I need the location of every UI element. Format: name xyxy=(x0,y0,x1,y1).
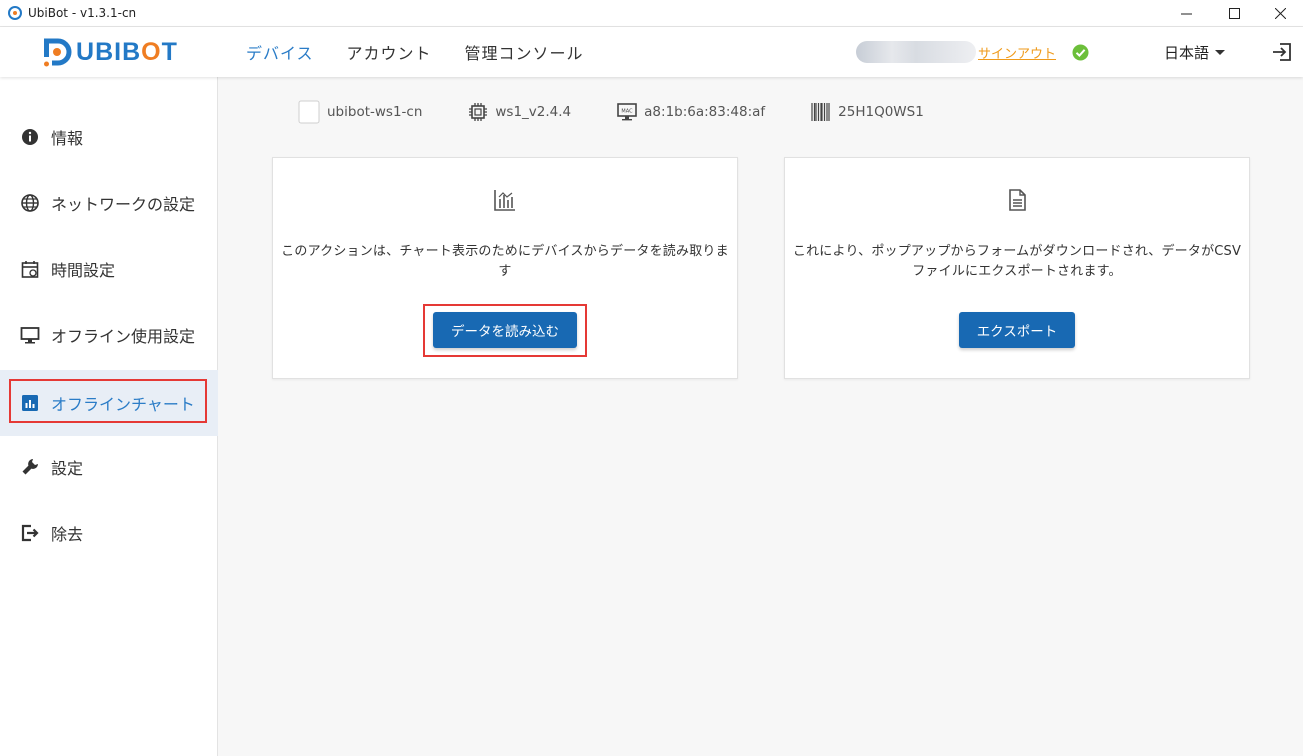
user-area: サインアウト xyxy=(856,38,1089,66)
close-icon xyxy=(1274,8,1286,19)
serial-text: 25H1Q0WS1 xyxy=(838,104,924,120)
nav-admin-console[interactable]: 管理コンソール xyxy=(465,40,584,64)
wrench-icon xyxy=(22,459,38,475)
maximize-button[interactable] xyxy=(1211,0,1257,27)
ubibot-logo[interactable]: UBIBOT xyxy=(38,35,178,69)
language-label: 日本語 xyxy=(1164,44,1210,62)
window-titlebar: UbiBot - v1.3.1-cn xyxy=(0,0,1303,27)
sidebar-item-time[interactable]: 時間設定 xyxy=(0,236,218,302)
device-mac: MAC a8:1b:6a:83:48:af xyxy=(617,102,765,122)
calendar-icon xyxy=(21,261,39,278)
barcode-icon xyxy=(811,103,830,121)
app-icon xyxy=(8,6,22,20)
maximize-icon xyxy=(1228,8,1240,19)
firmware-text: ws1_v2.4.4 xyxy=(495,104,572,120)
close-button[interactable] xyxy=(1257,0,1303,27)
device-info-row: ubibot-ws1-cn ws1_v2.4.4 MAC a8:1b:6a:83… xyxy=(298,98,970,126)
highlight-box-button xyxy=(423,304,587,357)
sidebar-item-label: オフライン使用設定 xyxy=(51,327,196,346)
main-nav: デバイス アカウント 管理コンソール xyxy=(246,27,617,77)
export-card: これにより、ポップアップからフォームがダウンロードされ、データがCSVファイルに… xyxy=(784,157,1250,379)
document-icon xyxy=(1009,189,1026,211)
export-description: これにより、ポップアップからフォームがダウンロードされ、データがCSVファイルに… xyxy=(792,244,1242,279)
sidebar-item-label: 情報 xyxy=(51,129,84,148)
chip-icon xyxy=(469,103,488,121)
minimize-button[interactable] xyxy=(1163,0,1209,27)
globe-icon xyxy=(21,194,39,212)
sidebar-item-info[interactable]: 情報 xyxy=(0,104,218,170)
mac-monitor-icon: MAC xyxy=(617,103,637,121)
exit-icon xyxy=(21,524,39,542)
ubibot-logo-icon xyxy=(44,38,72,67)
nav-account[interactable]: アカウント xyxy=(347,40,432,64)
device-image-icon xyxy=(298,100,320,124)
monitor-icon xyxy=(20,327,40,344)
mac-text: a8:1b:6a:83:48:af xyxy=(644,104,766,120)
svg-text:MAC: MAC xyxy=(622,109,634,115)
device-name: ubibot-ws1-cn xyxy=(298,100,422,124)
device-serial: 25H1Q0WS1 xyxy=(811,102,924,122)
sidebar-item-label: 除去 xyxy=(51,525,84,544)
sidebar-item-network[interactable]: ネットワークの設定 xyxy=(0,170,218,236)
sidebar-item-label: 設定 xyxy=(51,459,84,478)
ubibot-logo-text: UBIBOT xyxy=(76,37,178,66)
sidebar-item-settings[interactable]: 設定 xyxy=(0,434,218,500)
logout-icon[interactable] xyxy=(1271,41,1293,63)
info-icon xyxy=(22,129,38,145)
read-data-description: このアクションは、チャート表示のためにデバイスからデータを読み取ります xyxy=(281,244,729,279)
sidebar-item-remove[interactable]: 除去 xyxy=(0,500,218,566)
sidebar-item-label: ネットワークの設定 xyxy=(51,195,196,214)
export-button[interactable]: エクスポート xyxy=(959,312,1075,348)
device-firmware: ws1_v2.4.4 xyxy=(468,102,571,122)
top-navbar: UBIBOT デバイス アカウント 管理コンソール サインアウト 日本語 xyxy=(0,27,1303,77)
language-select[interactable]: 日本語 xyxy=(1164,42,1226,63)
sidebar-item-offline-settings[interactable]: オフライン使用設定 xyxy=(0,302,218,368)
chart-icon xyxy=(494,190,515,211)
caret-down-icon xyxy=(1215,50,1226,55)
highlight-box-sidebar xyxy=(9,379,207,423)
signout-link[interactable]: サインアウト xyxy=(978,43,1056,62)
user-avatar xyxy=(856,41,976,63)
window-title: UbiBot - v1.3.1-cn xyxy=(28,6,137,20)
check-circle-icon xyxy=(1072,44,1089,60)
sidebar-item-label: 時間設定 xyxy=(51,261,116,280)
minimize-icon xyxy=(1180,13,1192,15)
nav-devices[interactable]: デバイス xyxy=(246,40,314,64)
device-name-text: ubibot-ws1-cn xyxy=(327,104,423,120)
